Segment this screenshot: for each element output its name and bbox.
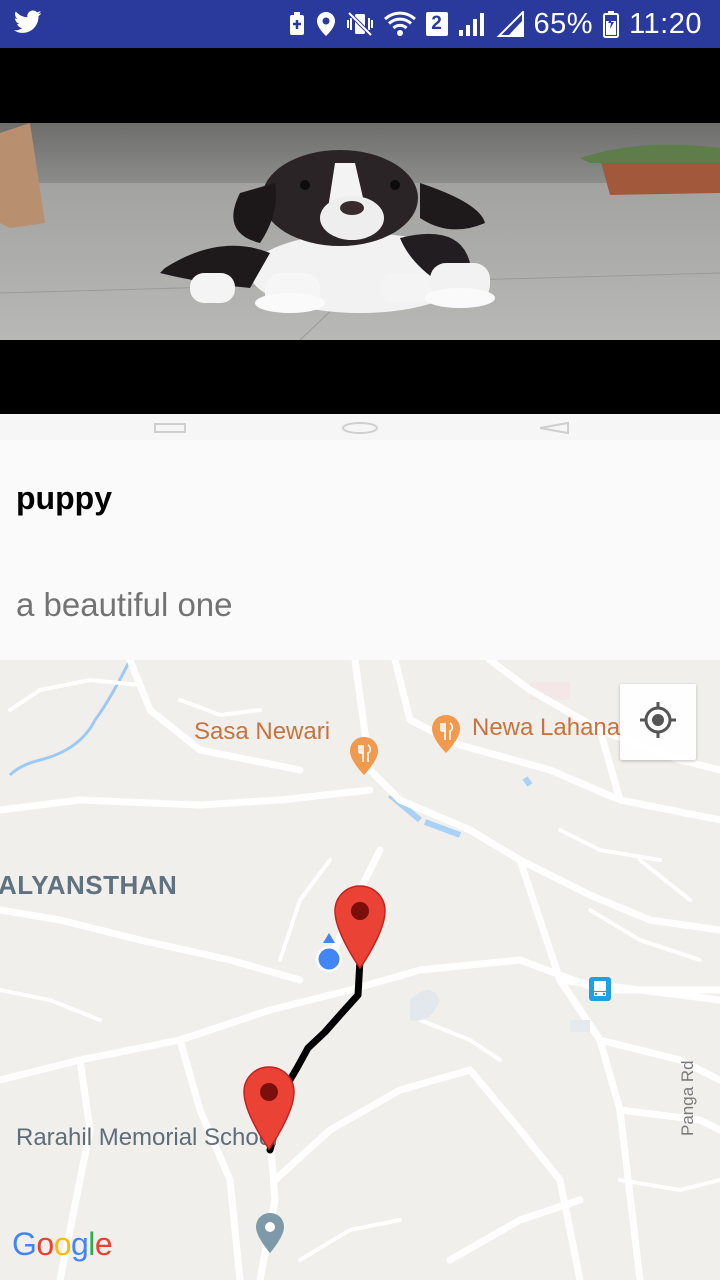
back-icon xyxy=(539,421,569,435)
nav-bar xyxy=(0,414,720,440)
vibrate-mute-icon xyxy=(346,11,374,37)
restaurant-icon[interactable] xyxy=(430,714,462,759)
google-logo: Google xyxy=(12,1226,113,1262)
bus-stop-icon[interactable] xyxy=(588,976,612,1007)
map-label-sasa-newari[interactable]: Sasa Newari xyxy=(194,718,330,746)
map-marker-icon[interactable] xyxy=(242,1065,296,1156)
post-description: a beautiful one xyxy=(16,586,233,623)
media-viewer[interactable] xyxy=(0,48,720,414)
wifi-icon xyxy=(383,11,416,37)
twitter-icon xyxy=(13,10,42,39)
sim2-icon: 2 xyxy=(425,12,448,36)
map-label-school[interactable]: Rarahil Memorial School xyxy=(16,1124,277,1152)
post-info: puppy a beautiful one xyxy=(0,440,720,660)
status-bar: 2 65% 11:20 xyxy=(0,0,720,48)
map-view[interactable]: Sasa Newari Newa Lahana ALYANSTHAN Rarah… xyxy=(0,660,720,1280)
restaurant-icon[interactable] xyxy=(348,736,380,781)
map-label-area: ALYANSTHAN xyxy=(0,870,178,900)
my-location-button[interactable] xyxy=(620,684,696,760)
battery-saver-icon xyxy=(288,11,306,37)
puppy-photo[interactable] xyxy=(0,123,720,340)
signal-icon xyxy=(496,11,524,37)
map-label-newa-lahana[interactable]: Newa Lahana xyxy=(472,714,620,742)
home-icon xyxy=(342,422,378,434)
place-icon[interactable] xyxy=(254,1212,286,1259)
recents-icon xyxy=(154,423,186,433)
app-root: 2 65% 11:20 puppy a beautiful one Sasa N… xyxy=(0,0,720,1280)
location-icon xyxy=(316,11,336,37)
post-title: puppy xyxy=(16,480,112,516)
map-marker-icon[interactable] xyxy=(333,884,387,975)
battery-percent: 65% xyxy=(533,7,594,40)
clock: 11:20 xyxy=(629,7,702,40)
battery-icon xyxy=(603,10,620,38)
map-label-road: Panga Rd xyxy=(678,1060,697,1136)
signal-icon xyxy=(458,11,486,37)
my-location-icon xyxy=(638,700,678,745)
